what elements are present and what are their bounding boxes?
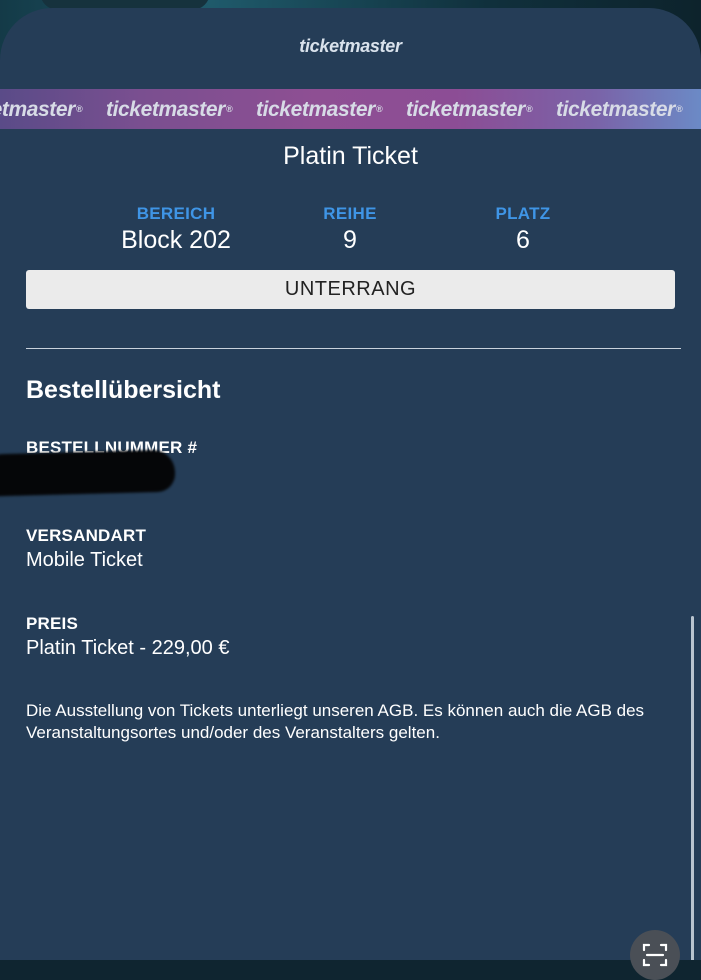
seat-value: 6 — [516, 226, 530, 254]
banner-track: ticketmaster®ticketmaster®ticketmaster®t… — [0, 89, 701, 129]
seat-label: PLATZ — [495, 204, 551, 223]
banner-logo: ticketmaster® — [0, 89, 106, 129]
delivery-method-label: VERSANDART — [26, 526, 147, 545]
terms-notice: Die Ausstellung von Tickets unterliegt u… — [26, 701, 645, 742]
redaction-mark — [0, 449, 176, 497]
delivery-method-value: Mobile Ticket — [26, 549, 143, 571]
section-bar: UNTERRANG — [26, 270, 675, 309]
brand-banner: ticketmaster®ticketmaster®ticketmaster®t… — [0, 89, 701, 129]
seat-info-seat: PLATZ 6 — [433, 204, 613, 255]
scan-button[interactable] — [630, 930, 680, 980]
row-value: 9 — [343, 226, 357, 254]
registered-mark: ® — [675, 104, 683, 114]
ticketmaster-logo: ticketmaster — [299, 36, 402, 56]
ticket-type-title: Platin Ticket — [283, 142, 418, 170]
price-value: Platin Ticket - 229,00 € — [26, 637, 230, 659]
registered-mark: ® — [225, 104, 233, 114]
divider — [26, 348, 681, 349]
seat-info-row: REIHE 9 — [260, 204, 440, 255]
scan-icon — [642, 943, 668, 967]
order-summary-title: Bestellübersicht — [26, 376, 221, 404]
scrollbar[interactable] — [691, 616, 694, 960]
banner-logo-text: ticketmaster — [0, 98, 75, 121]
banner-logo-text: ticketmaster — [556, 98, 675, 121]
price-label: PREIS — [26, 614, 79, 633]
area-value: Block 202 — [121, 226, 231, 254]
banner-logo: ticketmaster® — [406, 89, 556, 129]
banner-logo-text: ticketmaster — [256, 98, 375, 121]
registered-mark: ® — [525, 104, 533, 114]
ticket-card: ticketmaster ticketmaster®ticketmaster®t… — [0, 8, 701, 960]
seat-info-area: BEREICH Block 202 — [86, 204, 266, 255]
registered-mark: ® — [75, 104, 83, 114]
banner-logo: ticketmaster® — [256, 89, 406, 129]
banner-logo: ticketmaster® — [106, 89, 256, 129]
row-label: REIHE — [323, 204, 377, 223]
registered-mark: ® — [375, 104, 383, 114]
banner-logo-text: ticketmaster — [406, 98, 525, 121]
banner-logo-text: ticketmaster — [106, 98, 225, 121]
banner-logo: ticketmaster® — [556, 89, 701, 129]
area-label: BEREICH — [136, 204, 216, 223]
